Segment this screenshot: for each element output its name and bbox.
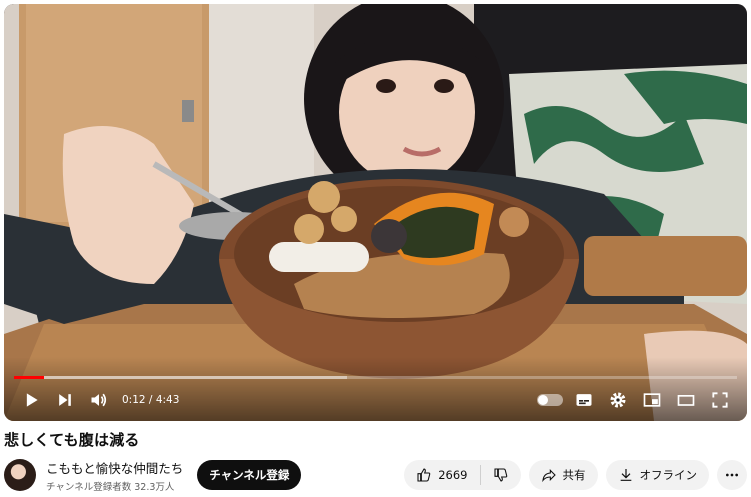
volume-button[interactable]: [82, 385, 116, 415]
subscribe-button[interactable]: チャンネル登録: [197, 460, 302, 490]
fullscreen-button[interactable]: [703, 385, 737, 415]
theater-icon: [677, 395, 695, 406]
channel-name[interactable]: こももと愉快な仲間たち: [46, 458, 183, 477]
more-button[interactable]: [717, 460, 747, 490]
action-bar: 2669 共有 オフライン: [404, 460, 747, 490]
play-button[interactable]: [14, 385, 48, 415]
like-button[interactable]: 2669: [404, 460, 479, 490]
time-display: 0:12 / 4:43: [122, 394, 179, 406]
miniplayer-button[interactable]: [635, 385, 669, 415]
player-controls: 0:12 / 4:43: [4, 385, 747, 415]
fullscreen-icon: [712, 392, 728, 408]
time-current: 0:12: [122, 394, 146, 406]
miniplayer-icon: [643, 393, 661, 407]
channel-row: こももと愉快な仲間たち チャンネル登録者数 32.3万人 チャンネル登録 266…: [4, 458, 747, 493]
video-title: 悲しくても腹は減る: [4, 431, 140, 449]
offline-label: オフライン: [639, 468, 698, 482]
progress-loaded: [14, 376, 347, 379]
theater-button[interactable]: [669, 385, 703, 415]
like-dislike-group: 2669: [404, 460, 521, 490]
share-button[interactable]: 共有: [528, 460, 598, 490]
channel-info: こももと愉快な仲間たち チャンネル登録者数 32.3万人: [46, 458, 183, 493]
next-icon: [59, 394, 71, 406]
dislike-icon: [493, 468, 507, 482]
offline-button[interactable]: オフライン: [605, 460, 709, 490]
dislike-button[interactable]: [481, 460, 521, 490]
download-icon: [620, 469, 631, 481]
volume-icon: [91, 393, 107, 407]
progress-bar[interactable]: [14, 376, 737, 379]
next-button[interactable]: [48, 385, 82, 415]
subtitles-icon: [576, 394, 592, 406]
like-count: 2669: [438, 468, 468, 482]
share-label: 共有: [562, 468, 586, 482]
channel-avatar[interactable]: [4, 459, 36, 491]
autoplay-toggle[interactable]: [537, 394, 563, 406]
like-icon: [417, 468, 431, 482]
share-icon: [541, 469, 556, 483]
settings-icon: [610, 392, 626, 408]
subscriber-count: チャンネル登録者数 32.3万人: [46, 481, 175, 493]
video-player[interactable]: 0:12 / 4:43: [4, 4, 747, 421]
play-icon: [26, 393, 38, 407]
time-total: 4:43: [155, 394, 180, 406]
time-separator: /: [145, 394, 156, 406]
more-icon: [726, 473, 738, 477]
subtitles-button[interactable]: [567, 385, 601, 415]
autoplay-button[interactable]: [533, 385, 567, 415]
progress-played: [14, 376, 45, 379]
settings-button[interactable]: [601, 385, 635, 415]
